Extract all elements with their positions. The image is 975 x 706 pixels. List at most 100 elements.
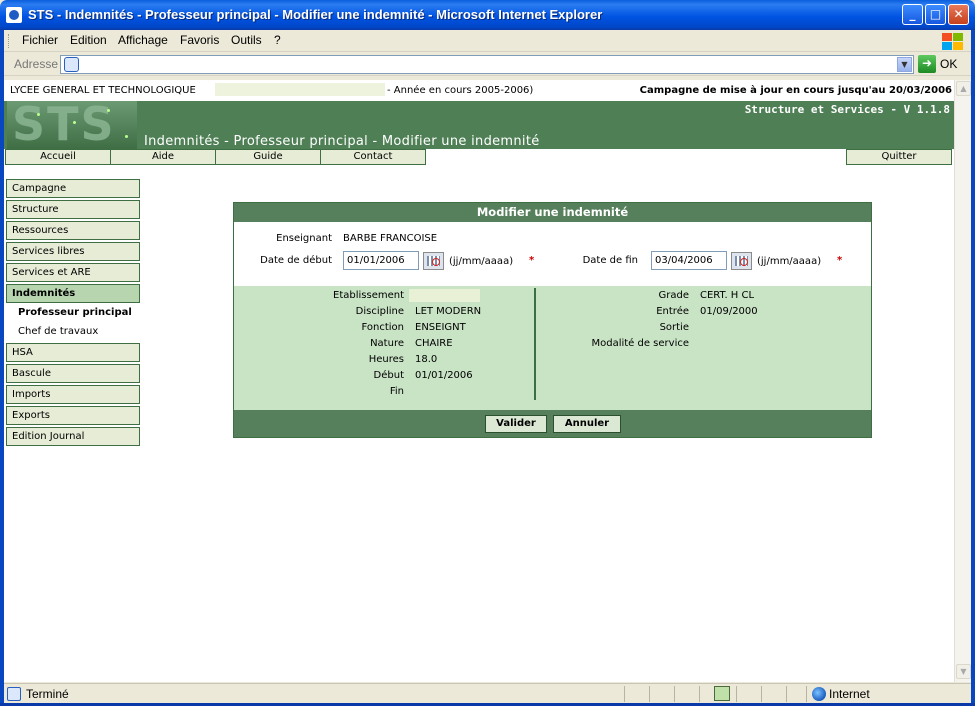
date-fin-required-mark: * bbox=[837, 255, 843, 266]
enseignant-value: BARBE FRANCOISE bbox=[343, 233, 438, 244]
grade-value: CERT. H CL bbox=[700, 290, 755, 301]
modalite-label: Modalité de service bbox=[591, 338, 689, 349]
page-title: Indemnités - Professeur principal - Modi… bbox=[144, 134, 540, 149]
page-viewport: LYCEE GENERAL ET TECHNOLOGIQUE - Année e… bbox=[4, 80, 954, 682]
address-bar: Adresse ▼ ➜ OK bbox=[4, 53, 971, 76]
maximize-button[interactable]: □ bbox=[925, 4, 946, 25]
sidebar-item-exports[interactable]: Exports bbox=[6, 406, 140, 425]
enseignant-label: Enseignant bbox=[276, 233, 332, 244]
sidebar-subitem-chef-de-travaux[interactable]: Chef de travaux bbox=[18, 326, 98, 337]
fonction-value: ENSEIGNT bbox=[415, 322, 466, 333]
discipline-value: LET MODERN bbox=[415, 306, 482, 317]
page-status-icon bbox=[7, 687, 21, 701]
debut-label: Début bbox=[373, 370, 404, 381]
date-debut-required-mark: * bbox=[529, 255, 535, 266]
annuler-button[interactable]: Annuler bbox=[553, 415, 621, 433]
header-info-line: LYCEE GENERAL ET TECHNOLOGIQUE - Année e… bbox=[4, 80, 954, 101]
campaign-notice: Campagne de mise à jour en cours jusqu'a… bbox=[639, 85, 952, 96]
page-icon bbox=[64, 57, 79, 72]
menu-edition[interactable]: Edition bbox=[70, 33, 107, 47]
internet-zone-icon bbox=[812, 687, 826, 701]
entree-value: 01/09/2000 bbox=[700, 306, 758, 317]
sidebar-item-ressources[interactable]: Ressources bbox=[6, 221, 140, 240]
sidebar-item-structure[interactable]: Structure bbox=[6, 200, 140, 219]
nav-guide[interactable]: Guide bbox=[215, 149, 321, 165]
status-bar: Terminé Internet bbox=[4, 683, 971, 703]
app-banner: STS Structure et Services - V 1.1.8 Inde… bbox=[4, 101, 954, 149]
fin-label: Fin bbox=[389, 386, 404, 397]
date-debut-label: Date de début bbox=[260, 255, 332, 266]
school-name-redacted bbox=[215, 83, 385, 96]
date-debut-input[interactable]: 01/01/2006 bbox=[343, 251, 419, 270]
sidebar-subitem-professeur-principal[interactable]: Professeur principal bbox=[18, 307, 132, 318]
scroll-up-icon[interactable]: ▲ bbox=[956, 81, 971, 96]
sidebar-item-services-libres[interactable]: Services libres bbox=[6, 242, 140, 261]
heures-label: Heures bbox=[368, 354, 404, 365]
menu-bar: Fichier Edition Affichage Favoris Outils… bbox=[4, 30, 971, 52]
sidebar-item-hsa[interactable]: HSA bbox=[6, 343, 140, 362]
fonction-label: Fonction bbox=[361, 322, 404, 333]
logo-text: STS bbox=[12, 101, 116, 149]
address-label: Adresse bbox=[14, 57, 59, 71]
date-fin-calendar-icon[interactable] bbox=[731, 252, 752, 270]
ie-app-icon[interactable] bbox=[6, 7, 22, 23]
sts-logo: STS bbox=[7, 101, 137, 149]
address-input[interactable]: ▼ bbox=[60, 55, 914, 74]
teacher-info-area: Etablissement Discipline LET MODERN Fonc… bbox=[234, 286, 871, 410]
sidebar-item-campagne[interactable]: Campagne bbox=[6, 179, 140, 198]
sidebar-item-indemnites[interactable]: Indemnités bbox=[6, 284, 140, 303]
debut-value: 01/01/2006 bbox=[415, 370, 473, 381]
discipline-label: Discipline bbox=[355, 306, 404, 317]
sidebar-item-bascule[interactable]: Bascule bbox=[6, 364, 140, 383]
menu-outils[interactable]: Outils bbox=[231, 33, 262, 47]
close-button[interactable]: ✕ bbox=[948, 4, 969, 25]
vertical-scrollbar[interactable]: ▲ ▼ bbox=[954, 80, 971, 682]
status-text: Terminé bbox=[26, 687, 69, 701]
date-debut-calendar-icon[interactable] bbox=[423, 252, 444, 270]
security-zone: Internet bbox=[829, 687, 870, 701]
top-navigation: Accueil Aide Guide Contact Quitter bbox=[4, 149, 954, 165]
scroll-down-icon[interactable]: ▼ bbox=[956, 664, 971, 679]
windows-logo-icon bbox=[939, 31, 965, 51]
sidebar-item-edition-journal[interactable]: Edition Journal bbox=[6, 427, 140, 446]
network-icon bbox=[714, 686, 730, 701]
window-title-bar: STS - Indemnités - Professeur principal … bbox=[0, 0, 975, 30]
menu-help[interactable]: ? bbox=[274, 33, 281, 47]
window-frame-right bbox=[971, 30, 975, 706]
go-button[interactable]: OK bbox=[940, 57, 957, 71]
school-name: LYCEE GENERAL ET TECHNOLOGIQUE bbox=[10, 85, 196, 96]
nav-quitter[interactable]: Quitter bbox=[846, 149, 952, 165]
sidebar-item-imports[interactable]: Imports bbox=[6, 385, 140, 404]
current-year: - Année en cours 2005-2006) bbox=[387, 85, 534, 96]
nav-aide[interactable]: Aide bbox=[110, 149, 216, 165]
menu-favoris[interactable]: Favoris bbox=[180, 33, 219, 47]
address-dropdown-icon[interactable]: ▼ bbox=[897, 57, 912, 72]
modify-indemnity-panel: Modifier une indemnité Enseignant BARBE … bbox=[233, 202, 872, 438]
go-arrow-icon[interactable]: ➜ bbox=[918, 55, 936, 73]
grade-label: Grade bbox=[658, 290, 690, 301]
nav-accueil[interactable]: Accueil bbox=[5, 149, 111, 165]
nature-label: Nature bbox=[370, 338, 404, 349]
menu-affichage[interactable]: Affichage bbox=[118, 33, 168, 47]
product-version: Structure et Services - V 1.1.8 bbox=[744, 103, 950, 116]
heures-value: 18.0 bbox=[415, 354, 438, 365]
date-debut-format: (jj/mm/aaaa) bbox=[449, 256, 514, 267]
toolbar-grip[interactable] bbox=[8, 34, 11, 48]
panel-heading: Modifier une indemnité bbox=[234, 203, 871, 222]
panel-footer: Valider Annuler bbox=[234, 410, 871, 437]
date-fin-input[interactable]: 03/04/2006 bbox=[651, 251, 727, 270]
nature-value: CHAIRE bbox=[415, 338, 453, 349]
menu-fichier[interactable]: Fichier bbox=[22, 33, 58, 47]
date-fin-format: (jj/mm/aaaa) bbox=[757, 256, 822, 267]
nav-contact[interactable]: Contact bbox=[320, 149, 426, 165]
sortie-label: Sortie bbox=[659, 322, 689, 333]
entree-label: Entrée bbox=[656, 306, 689, 317]
info-divider bbox=[534, 288, 536, 400]
minimize-button[interactable]: _ bbox=[902, 4, 923, 25]
date-fin-label: Date de fin bbox=[582, 255, 638, 266]
etablissement-label: Etablissement bbox=[333, 290, 404, 301]
window-title: STS - Indemnités - Professeur principal … bbox=[28, 7, 603, 22]
valider-button[interactable]: Valider bbox=[485, 415, 547, 433]
etablissement-redacted bbox=[409, 289, 480, 302]
sidebar-item-services-are[interactable]: Services et ARE bbox=[6, 263, 140, 282]
